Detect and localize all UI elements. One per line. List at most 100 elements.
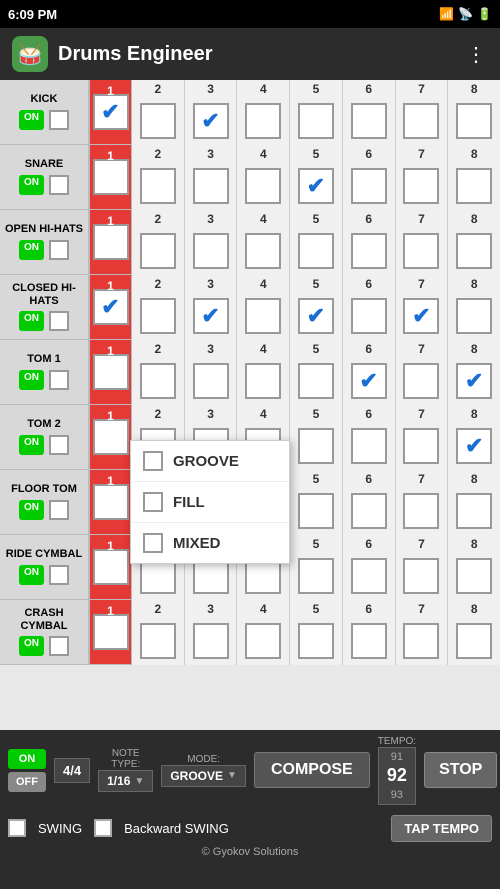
beat-cell-row3-b7[interactable]: 7✔ bbox=[396, 275, 449, 340]
beat-checkbox-row1-b4[interactable] bbox=[245, 168, 281, 204]
dropdown-item-fill[interactable]: FILL bbox=[131, 482, 289, 523]
beat-cell-row8-b4[interactable]: 4 bbox=[237, 600, 290, 665]
time-signature[interactable]: 4/4 bbox=[54, 758, 90, 783]
beat-cell-row4-b2[interactable]: 2 bbox=[132, 340, 185, 405]
beat-checkbox-row3-b6[interactable] bbox=[351, 298, 387, 334]
beat-checkbox-row4-b2[interactable] bbox=[140, 363, 176, 399]
beat-checkbox-row2-b6[interactable] bbox=[351, 233, 387, 269]
beat-checkbox-row0-b3[interactable]: ✔ bbox=[193, 103, 229, 139]
beat-cell-row1-b8[interactable]: 8 bbox=[448, 145, 500, 210]
beat-cell-row3-b2[interactable]: 2 bbox=[132, 275, 185, 340]
beat-cell-row4-b4[interactable]: 4 bbox=[237, 340, 290, 405]
beat-checkbox-row0-b6[interactable] bbox=[351, 103, 387, 139]
beat-checkbox-row3-b3[interactable]: ✔ bbox=[193, 298, 229, 334]
beat-cell-row6-b7[interactable]: 7 bbox=[396, 470, 449, 535]
beat-checkbox-row4-b5[interactable] bbox=[298, 363, 334, 399]
beat-checkbox-row6-b5[interactable] bbox=[298, 493, 334, 529]
beat1-cell-row4[interactable]: 1 bbox=[90, 340, 132, 404]
beat-checkbox-row1-b6[interactable] bbox=[351, 168, 387, 204]
row-on-btn-4[interactable]: ON bbox=[19, 370, 44, 390]
dropdown-item-mixed[interactable]: MIXED bbox=[131, 523, 289, 563]
beat-checkbox-row7-b5[interactable] bbox=[298, 558, 334, 594]
beat-checkbox-row8-b5[interactable] bbox=[298, 623, 334, 659]
beat-cell-row4-b5[interactable]: 5 bbox=[290, 340, 343, 405]
beat1-cell-row2[interactable]: 1 bbox=[90, 210, 132, 274]
beat-checkbox-row4-b3[interactable] bbox=[193, 363, 229, 399]
beat-checkbox-row7-b7[interactable] bbox=[403, 558, 439, 594]
beat-cell-row3-b5[interactable]: 5✔ bbox=[290, 275, 343, 340]
global-off-button[interactable]: OFF bbox=[8, 772, 46, 792]
beat-cell-row1-b7[interactable]: 7 bbox=[396, 145, 449, 210]
row-on-btn-2[interactable]: ON bbox=[19, 240, 44, 260]
beat-checkbox-row5-b7[interactable] bbox=[403, 428, 439, 464]
beat-cell-row4-b3[interactable]: 3 bbox=[185, 340, 238, 405]
beat-cell-row8-b2[interactable]: 2 bbox=[132, 600, 185, 665]
beat-checkbox-row0-b2[interactable] bbox=[140, 103, 176, 139]
beat-checkbox-row3-b5[interactable]: ✔ bbox=[298, 298, 334, 334]
beat-checkbox-row1-b7[interactable] bbox=[403, 168, 439, 204]
swing-checkbox[interactable] bbox=[8, 819, 26, 837]
tempo-display[interactable]: 91 92 93 bbox=[378, 747, 416, 805]
note-type-selector[interactable]: 1/16 ▼ bbox=[98, 770, 153, 792]
beat1-checkbox-row0[interactable]: ✔ bbox=[93, 94, 129, 130]
beat-checkbox-row2-b2[interactable] bbox=[140, 233, 176, 269]
beat-cell-row0-b6[interactable]: 6 bbox=[343, 80, 396, 145]
beat-cell-row7-b8[interactable]: 8 bbox=[448, 535, 500, 600]
beat-checkbox-row4-b8[interactable]: ✔ bbox=[456, 363, 492, 399]
beat-cell-row8-b8[interactable]: 8 bbox=[448, 600, 500, 665]
beat1-checkbox-row8[interactable] bbox=[93, 614, 129, 650]
beat-cell-row4-b8[interactable]: 8✔ bbox=[448, 340, 500, 405]
beat-cell-row2-b4[interactable]: 4 bbox=[237, 210, 290, 275]
row-toggle-2[interactable] bbox=[49, 240, 69, 260]
beat1-cell-row1[interactable]: 1 bbox=[90, 145, 132, 209]
beat-cell-row0-b4[interactable]: 4 bbox=[237, 80, 290, 145]
beat-checkbox-row5-b8[interactable]: ✔ bbox=[456, 428, 492, 464]
row-toggle-7[interactable] bbox=[49, 565, 69, 585]
beat-checkbox-row2-b8[interactable] bbox=[456, 233, 492, 269]
beat-cell-row0-b8[interactable]: 8 bbox=[448, 80, 500, 145]
beat-checkbox-row6-b8[interactable] bbox=[456, 493, 492, 529]
beat-checkbox-row2-b7[interactable] bbox=[403, 233, 439, 269]
beat1-cell-row3[interactable]: 1✔ bbox=[90, 275, 132, 339]
beat-cell-row1-b3[interactable]: 3 bbox=[185, 145, 238, 210]
tap-tempo-button[interactable]: TAP TEMPO bbox=[391, 815, 492, 842]
beat-cell-row3-b4[interactable]: 4 bbox=[237, 275, 290, 340]
beat-checkbox-row8-b2[interactable] bbox=[140, 623, 176, 659]
row-on-btn-0[interactable]: ON bbox=[19, 110, 44, 130]
beat-cell-row2-b5[interactable]: 5 bbox=[290, 210, 343, 275]
beat-cell-row2-b3[interactable]: 3 bbox=[185, 210, 238, 275]
beat-cell-row7-b6[interactable]: 6 bbox=[343, 535, 396, 600]
beat1-cell-row5[interactable]: 1 bbox=[90, 405, 132, 469]
beat-checkbox-row8-b8[interactable] bbox=[456, 623, 492, 659]
beat-cell-row1-b5[interactable]: 5✔ bbox=[290, 145, 343, 210]
backward-swing-checkbox[interactable] bbox=[94, 819, 112, 837]
row-toggle-0[interactable] bbox=[49, 110, 69, 130]
beat-cell-row5-b8[interactable]: 8✔ bbox=[448, 405, 500, 470]
beat-cell-row4-b7[interactable]: 7 bbox=[396, 340, 449, 405]
beat-checkbox-row4-b6[interactable]: ✔ bbox=[351, 363, 387, 399]
beat1-cell-row8[interactable]: 1 bbox=[90, 600, 132, 664]
beat1-checkbox-row1[interactable] bbox=[93, 159, 129, 195]
beat-cell-row3-b6[interactable]: 6 bbox=[343, 275, 396, 340]
beat-cell-row2-b7[interactable]: 7 bbox=[396, 210, 449, 275]
row-toggle-1[interactable] bbox=[49, 175, 69, 195]
beat-checkbox-row4-b7[interactable] bbox=[403, 363, 439, 399]
beat-cell-row0-b2[interactable]: 2 bbox=[132, 80, 185, 145]
beat-cell-row8-b5[interactable]: 5 bbox=[290, 600, 343, 665]
row-on-btn-6[interactable]: ON bbox=[19, 500, 44, 520]
beat-checkbox-row0-b4[interactable] bbox=[245, 103, 281, 139]
beat-cell-row3-b3[interactable]: 3✔ bbox=[185, 275, 238, 340]
compose-button[interactable]: COMPOSE bbox=[254, 752, 370, 788]
beat1-checkbox-row3[interactable]: ✔ bbox=[93, 289, 129, 325]
row-on-btn-1[interactable]: ON bbox=[19, 175, 44, 195]
beat-checkbox-row2-b5[interactable] bbox=[298, 233, 334, 269]
beat-checkbox-row6-b7[interactable] bbox=[403, 493, 439, 529]
beat-cell-row2-b2[interactable]: 2 bbox=[132, 210, 185, 275]
beat-cell-row3-b8[interactable]: 8 bbox=[448, 275, 500, 340]
row-on-btn-3[interactable]: ON bbox=[19, 311, 44, 331]
row-on-btn-8[interactable]: ON bbox=[19, 636, 44, 656]
beat-cell-row1-b2[interactable]: 2 bbox=[132, 145, 185, 210]
beat1-cell-row6[interactable]: 1 bbox=[90, 470, 132, 534]
beat1-checkbox-row6[interactable] bbox=[93, 484, 129, 520]
beat-cell-row5-b7[interactable]: 7 bbox=[396, 405, 449, 470]
